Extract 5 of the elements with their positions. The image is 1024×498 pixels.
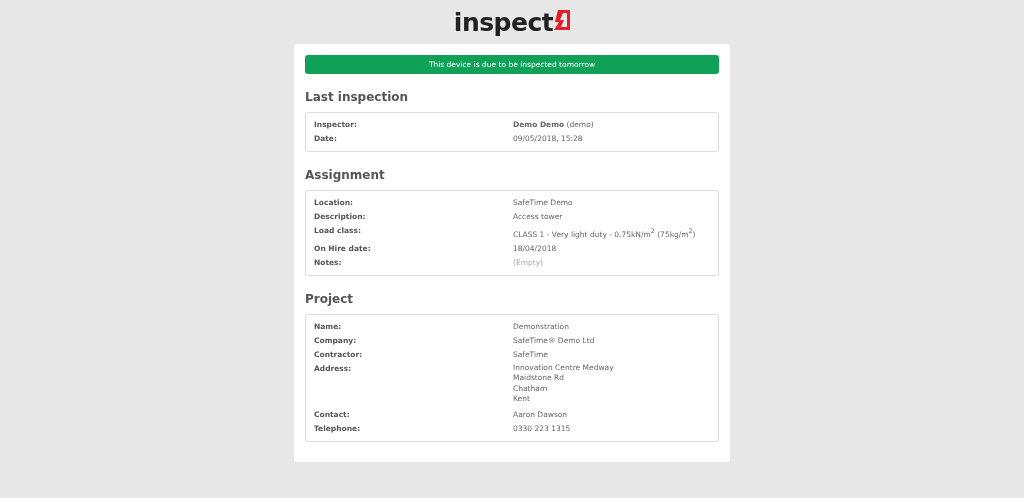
section-title: Project [305, 291, 355, 306]
logo-text: inspect [453, 9, 554, 35]
section-title: Assignment [305, 168, 386, 182]
lightning-flag-icon [554, 10, 571, 30]
section-title: Last inspection [305, 90, 410, 104]
